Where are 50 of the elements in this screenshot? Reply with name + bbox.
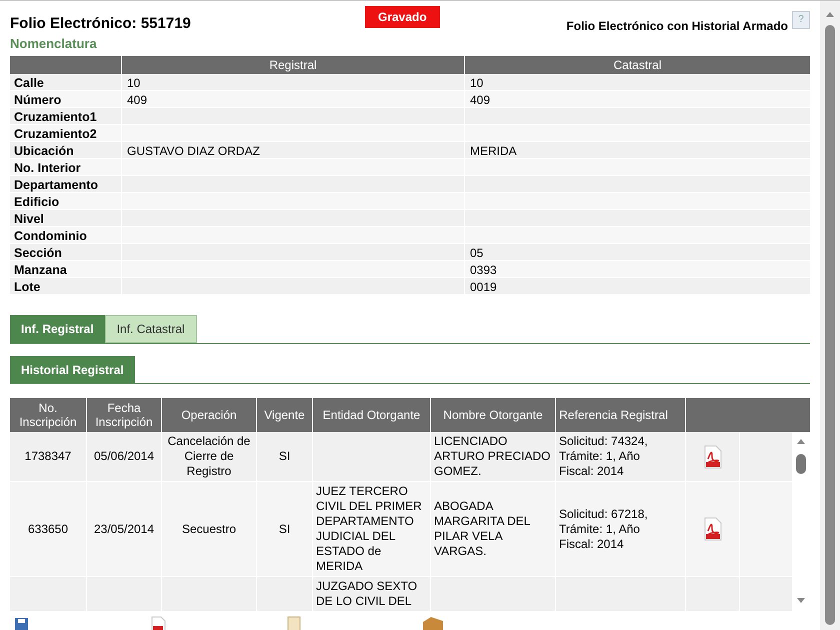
row-label: Cruzamiento1 bbox=[10, 108, 122, 124]
page-scrollbar[interactable] bbox=[820, 1, 840, 630]
table-cell: 23/05/2014 bbox=[94, 522, 154, 536]
table-cell-text: Solicitud: 67218, Trámite: 1, Año Fiscal: 2014 bbox=[559, 506, 649, 552]
table-cell: Secuestro bbox=[182, 522, 236, 536]
table-cell: 1738347 bbox=[24, 449, 72, 464]
row-label: Calle bbox=[10, 74, 122, 90]
table-cell-text: Solicitud: 74324, Trámite: 1, Año Fiscal: 2014 bbox=[559, 434, 649, 479]
table-cell: 05/06/2014 bbox=[94, 449, 154, 464]
table-cell: GUSTAVO DIAZ ORDAZ bbox=[127, 144, 260, 158]
row-label: Departamento bbox=[10, 176, 122, 192]
table-cell: 409 bbox=[470, 93, 490, 107]
table-cell: 05 bbox=[470, 246, 484, 260]
history-status-text: Folio Electrónico con Historial Armado bbox=[566, 18, 788, 35]
column-header: Catastral bbox=[612, 57, 663, 74]
tab[interactable]: Inf. Registral bbox=[10, 315, 105, 343]
tab[interactable]: Inf. Catastral bbox=[104, 315, 197, 343]
table-cell: 10 bbox=[470, 76, 484, 90]
table-cell: 0019 bbox=[470, 280, 497, 294]
table-cell: SI bbox=[278, 449, 290, 464]
table-cell: SI bbox=[278, 522, 290, 536]
table-cell-text: JUZGADO SEXTO DE LO CIVIL DEL bbox=[316, 579, 418, 609]
table-cell-text: LICENCIADO ARTURO PRECIADO GOMEZ. bbox=[434, 434, 552, 479]
table-cell-text: ABOGADA MARGARITA DEL PILAR VELA VARGAS. bbox=[434, 499, 532, 559]
save-icon[interactable] bbox=[14, 616, 30, 630]
row-label: Condominio bbox=[10, 227, 122, 243]
table-cell: 633650 bbox=[28, 522, 68, 536]
pdf-icon[interactable] bbox=[702, 444, 722, 468]
table-cell: MERIDA bbox=[470, 144, 517, 158]
row-label: Ubicación bbox=[10, 142, 122, 158]
row-label: Lote bbox=[10, 278, 122, 294]
folder-icon[interactable] bbox=[422, 616, 444, 630]
table-cell-text: Cancelación de Cierre de Registro bbox=[166, 434, 252, 479]
table-cell: 10 bbox=[127, 76, 140, 90]
row-label: Sección bbox=[10, 244, 122, 260]
section-title: Nomenclatura bbox=[10, 34, 98, 52]
pdf-icon[interactable] bbox=[702, 517, 722, 541]
folio-title: Folio Electrónico: 551719 bbox=[10, 14, 191, 34]
row-label: Número bbox=[10, 91, 122, 107]
pdf-icon[interactable] bbox=[150, 616, 166, 630]
table-cell-text: JUEZ TERCERO CIVIL DEL PRIMER DEPARTAMENTO JUDICIAL DEL ESTADO de MERIDA bbox=[316, 484, 423, 574]
tab[interactable]: Historial Registral bbox=[10, 356, 135, 383]
row-label: Nivel bbox=[10, 210, 122, 226]
table-cell: 0393 bbox=[470, 263, 497, 277]
table-cell: 409 bbox=[127, 93, 148, 107]
row-label: Edificio bbox=[10, 193, 122, 209]
row-label: Manzana bbox=[10, 261, 122, 277]
status-badge: Gravado bbox=[365, 6, 440, 28]
row-label: Cruzamiento2 bbox=[10, 125, 122, 141]
row-label: No. Interior bbox=[10, 159, 122, 175]
